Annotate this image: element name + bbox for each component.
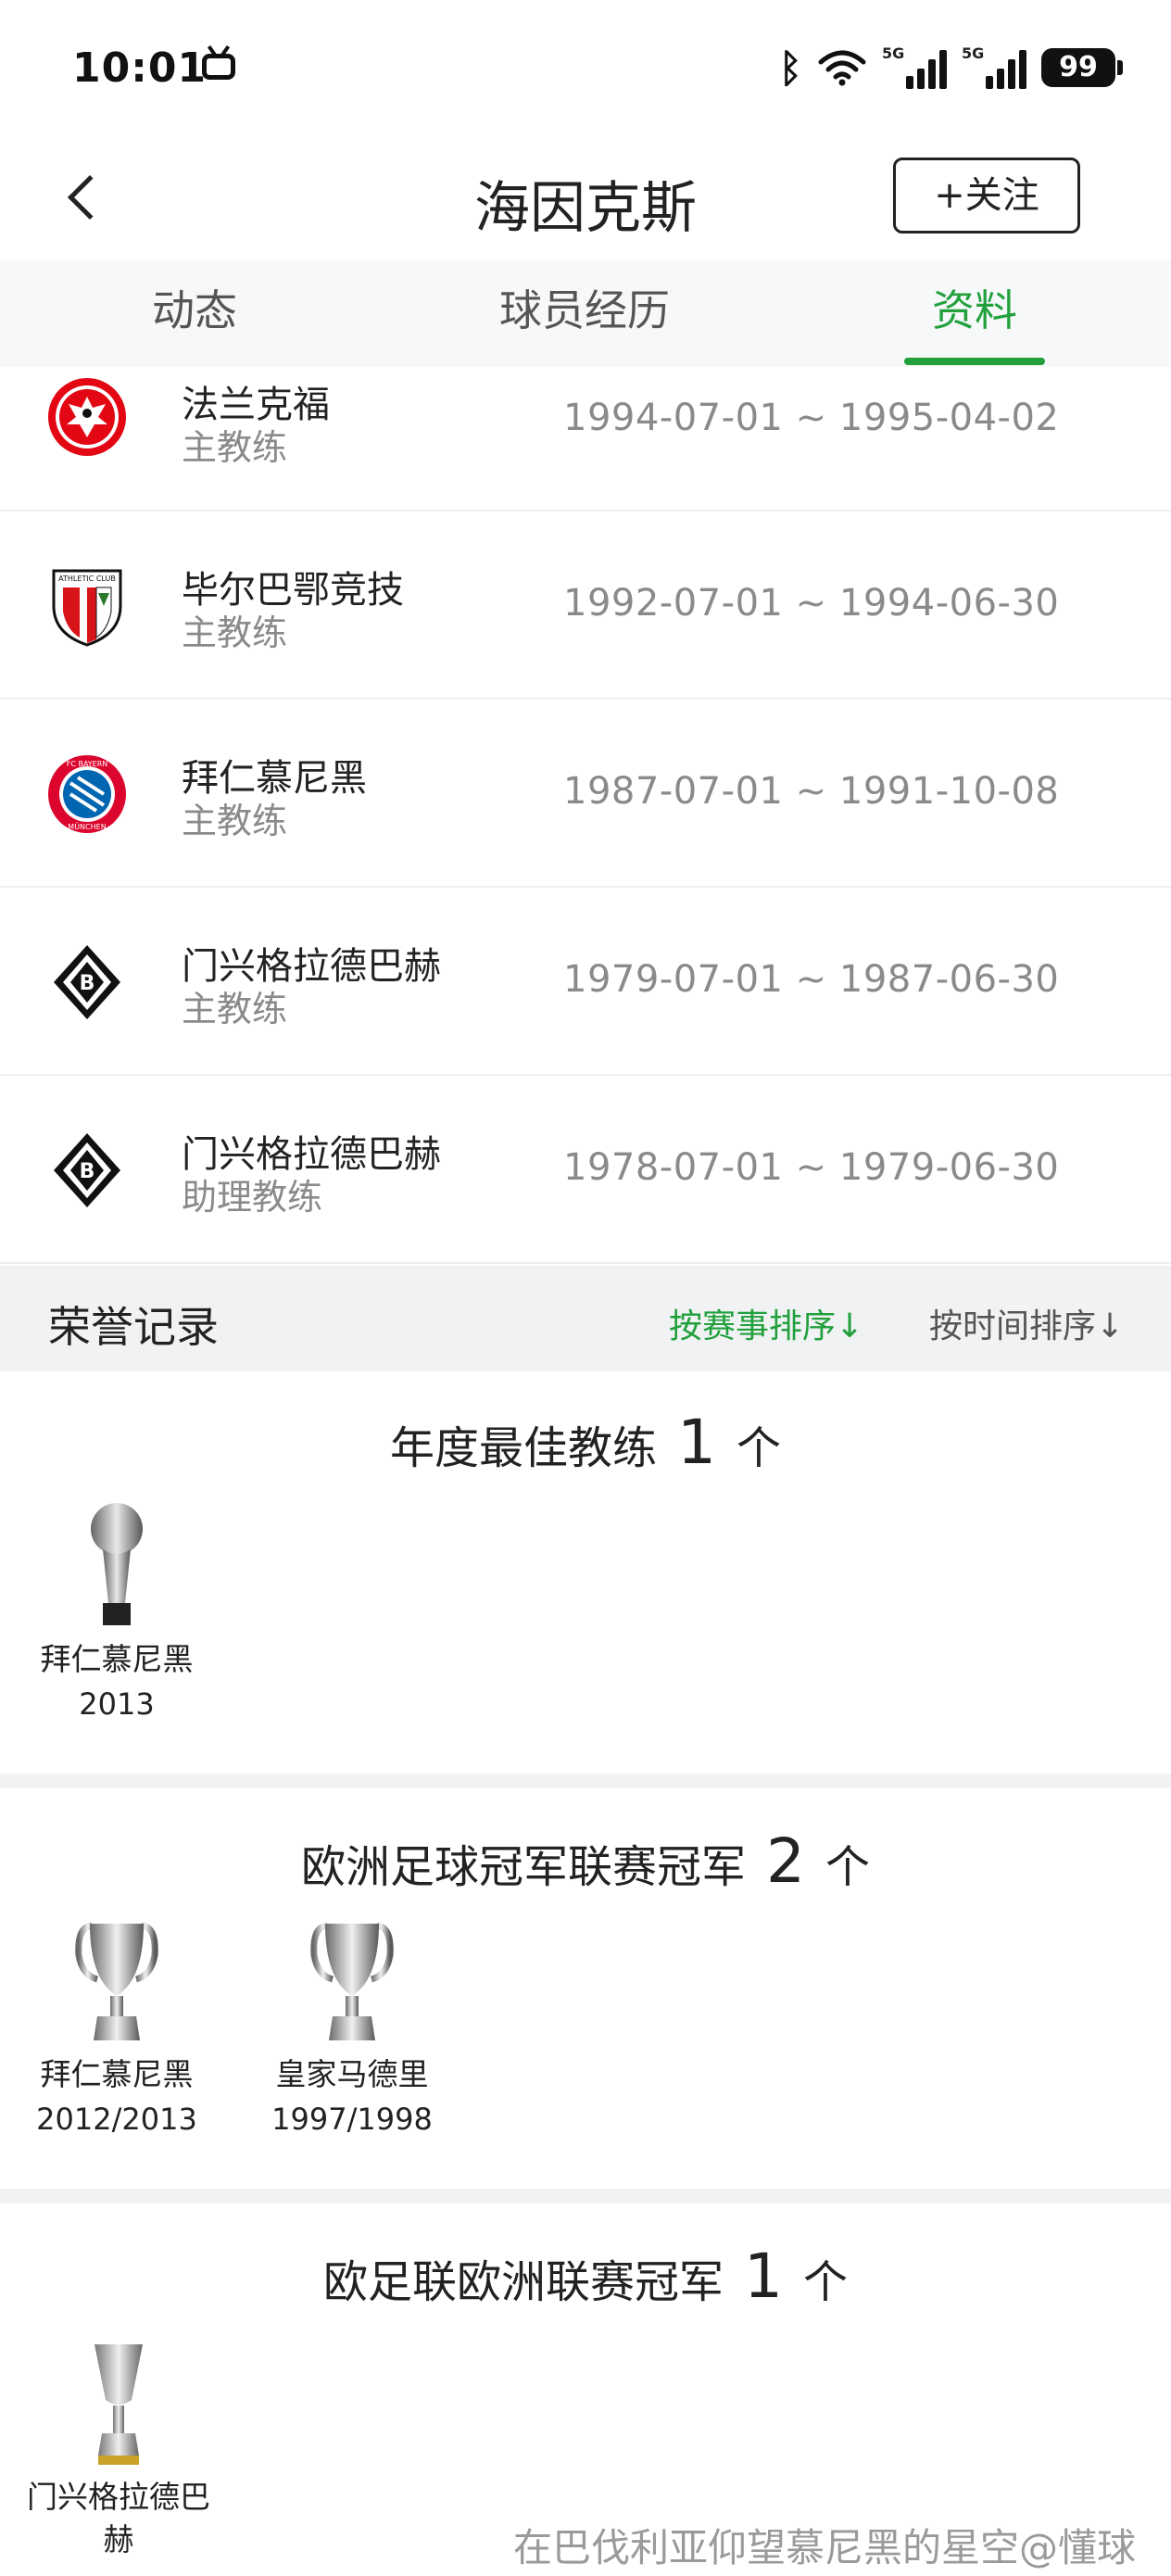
follow-button[interactable]: +关注: [893, 158, 1080, 234]
honor-unit: 个: [803, 2256, 849, 2308]
trophy-item[interactable]: 拜仁慕尼黑 2012/2013: [33, 1918, 200, 2142]
honor-name: 年度最佳教练: [389, 1422, 657, 1474]
honors-header: 荣誉记录 按赛事排序↓ 按时间排序↓: [0, 1266, 1171, 1371]
svg-text:FC BAYERN: FC BAYERN: [67, 760, 108, 768]
honor-heading: 年度最佳教练 1 个: [0, 1407, 1171, 1478]
club-role: 主教练: [182, 612, 288, 653]
section-divider: [0, 2189, 1171, 2203]
watermark: 在巴伐利亚仰望慕尼黑的星空@懂球帝: [513, 2525, 1137, 2570]
status-icons: ᛒ 5G 5G 99: [778, 44, 1123, 91]
network-type-label: 5G: [882, 44, 905, 62]
svg-text:B: B: [80, 972, 95, 995]
club-role: 主教练: [182, 989, 288, 1029]
honor-count: 1: [677, 1407, 716, 1478]
eagle-crest-icon: [48, 378, 126, 456]
trophy-team: 拜仁慕尼黑: [40, 1641, 194, 1677]
club-dates: 1987-07-01 ~ 1991-10-08: [563, 770, 1060, 813]
active-tab-indicator: [904, 358, 1045, 365]
club-role: 主教练: [182, 427, 288, 468]
champions-league-trophy-icon: [310, 1922, 394, 2040]
tab-profile[interactable]: 资料: [826, 259, 1123, 367]
career-row[interactable]: FC BAYERN MÜNCHEN 拜仁慕尼黑 主教练 1987-07-01 ~…: [0, 700, 1171, 888]
honor-count: 2: [766, 1825, 805, 1897]
wifi-icon: [818, 50, 866, 86]
career-row[interactable]: B 门兴格拉德巴赫 主教练 1979-07-01 ~ 1987-06-30: [0, 888, 1171, 1076]
svg-text:ATHLETIC CLUB: ATHLETIC CLUB: [58, 575, 116, 583]
bayern-crest-icon: FC BAYERN MÜNCHEN: [48, 755, 126, 833]
honor-unit: 个: [825, 1841, 871, 1893]
status-bar: 10:01 ᛒ 5G 5G 99: [0, 0, 1171, 139]
best-coach-trophy-icon: [91, 1503, 143, 1625]
trophy-season: 2013: [79, 1686, 155, 1722]
trophy-team: 皇家马德里: [275, 2056, 429, 2092]
signal-icon: 5G: [882, 44, 947, 89]
tab-label: 动态: [152, 285, 237, 335]
tab-label: 球员经历: [499, 285, 670, 335]
club-dates: 1992-07-01 ~ 1994-06-30: [563, 582, 1060, 625]
header: 海因克斯 +关注: [0, 139, 1171, 259]
trophy-team: 门兴格拉德巴赫: [27, 2479, 210, 2557]
svg-text:B: B: [80, 1160, 95, 1183]
tab-career[interactable]: 球员经历: [436, 259, 733, 367]
trophy-season: 1997/1998: [271, 2102, 433, 2137]
tv-app-icon: [202, 54, 235, 80]
career-row[interactable]: ATHLETIC CLUB 毕尔巴鄂竞技 主教练 1992-07-01 ~ 19…: [0, 511, 1171, 700]
club-role: 主教练: [182, 801, 288, 841]
svg-text:MÜNCHEN: MÜNCHEN: [68, 822, 106, 831]
tab-bar: 动态 球员经历 资料: [0, 259, 1171, 367]
trophy-item[interactable]: 拜仁慕尼黑 2013: [33, 1501, 200, 1727]
career-row[interactable]: B 门兴格拉德巴赫 助理教练 1978-07-01 ~ 1979-06-30: [0, 1076, 1171, 1264]
sort-by-time-button[interactable]: 按时间排序↓: [929, 1299, 1124, 1347]
signal-icon: 5G: [962, 44, 1026, 89]
gladbach-crest-icon: B: [54, 1133, 120, 1207]
section-divider: [0, 1774, 1171, 1788]
honor-heading: 欧足联欧洲联赛冠军 1 个: [0, 2241, 1171, 2312]
honor-heading: 欧洲足球冠军联赛冠军 2 个: [0, 1825, 1171, 1897]
trophy-team: 拜仁慕尼黑: [40, 2056, 194, 2092]
sort-by-competition-button[interactable]: 按赛事排序↓: [669, 1299, 863, 1347]
europa-league-trophy-icon: [94, 2344, 143, 2465]
status-time: 10:01: [72, 44, 208, 92]
bluetooth-icon: ᛒ: [778, 44, 802, 91]
career-row[interactable]: 法兰克福 主教练 1994-07-01 ~ 1995-04-02: [0, 367, 1171, 511]
honor-name: 欧洲足球冠军联赛冠军: [300, 1841, 746, 1893]
athletic-club-crest-icon: ATHLETIC CLUB: [52, 569, 122, 647]
honors-title: 荣誉记录: [48, 1302, 219, 1352]
club-dates: 1979-07-01 ~ 1987-06-30: [563, 958, 1060, 1001]
honor-name: 欧足联欧洲联赛冠军: [322, 2256, 724, 2308]
career-list: 法兰克福 主教练 1994-07-01 ~ 1995-04-02 ATHLETI…: [0, 367, 1171, 1264]
trophy-season: 2012/2013: [36, 2102, 197, 2137]
honor-section: 欧洲足球冠军联赛冠军 2 个 拜仁慕尼黑 2012/2013 皇家马德里 1997/…: [0, 1788, 1171, 2189]
trophy-item[interactable]: 皇家马德里 1997/1998: [269, 1918, 435, 2142]
honor-unit: 个: [737, 1422, 782, 1474]
gladbach-crest-icon: B: [54, 945, 120, 1019]
trophy-item[interactable]: 门兴格拉德巴赫: [24, 2341, 213, 2561]
club-dates: 1994-07-01 ~ 1995-04-02: [563, 397, 1060, 439]
club-role: 助理教练: [182, 1177, 323, 1218]
honor-count: 1: [744, 2241, 783, 2312]
champions-league-trophy-icon: [75, 1922, 158, 2040]
battery-icon: 99: [1041, 48, 1123, 87]
club-dates: 1978-07-01 ~ 1979-06-30: [563, 1146, 1060, 1189]
tab-label: 资料: [932, 285, 1017, 335]
network-type-label: 5G: [962, 44, 985, 62]
tab-news[interactable]: 动态: [46, 259, 343, 367]
honor-section: 年度最佳教练 1 个 拜仁慕尼黑 2013: [0, 1371, 1171, 1774]
